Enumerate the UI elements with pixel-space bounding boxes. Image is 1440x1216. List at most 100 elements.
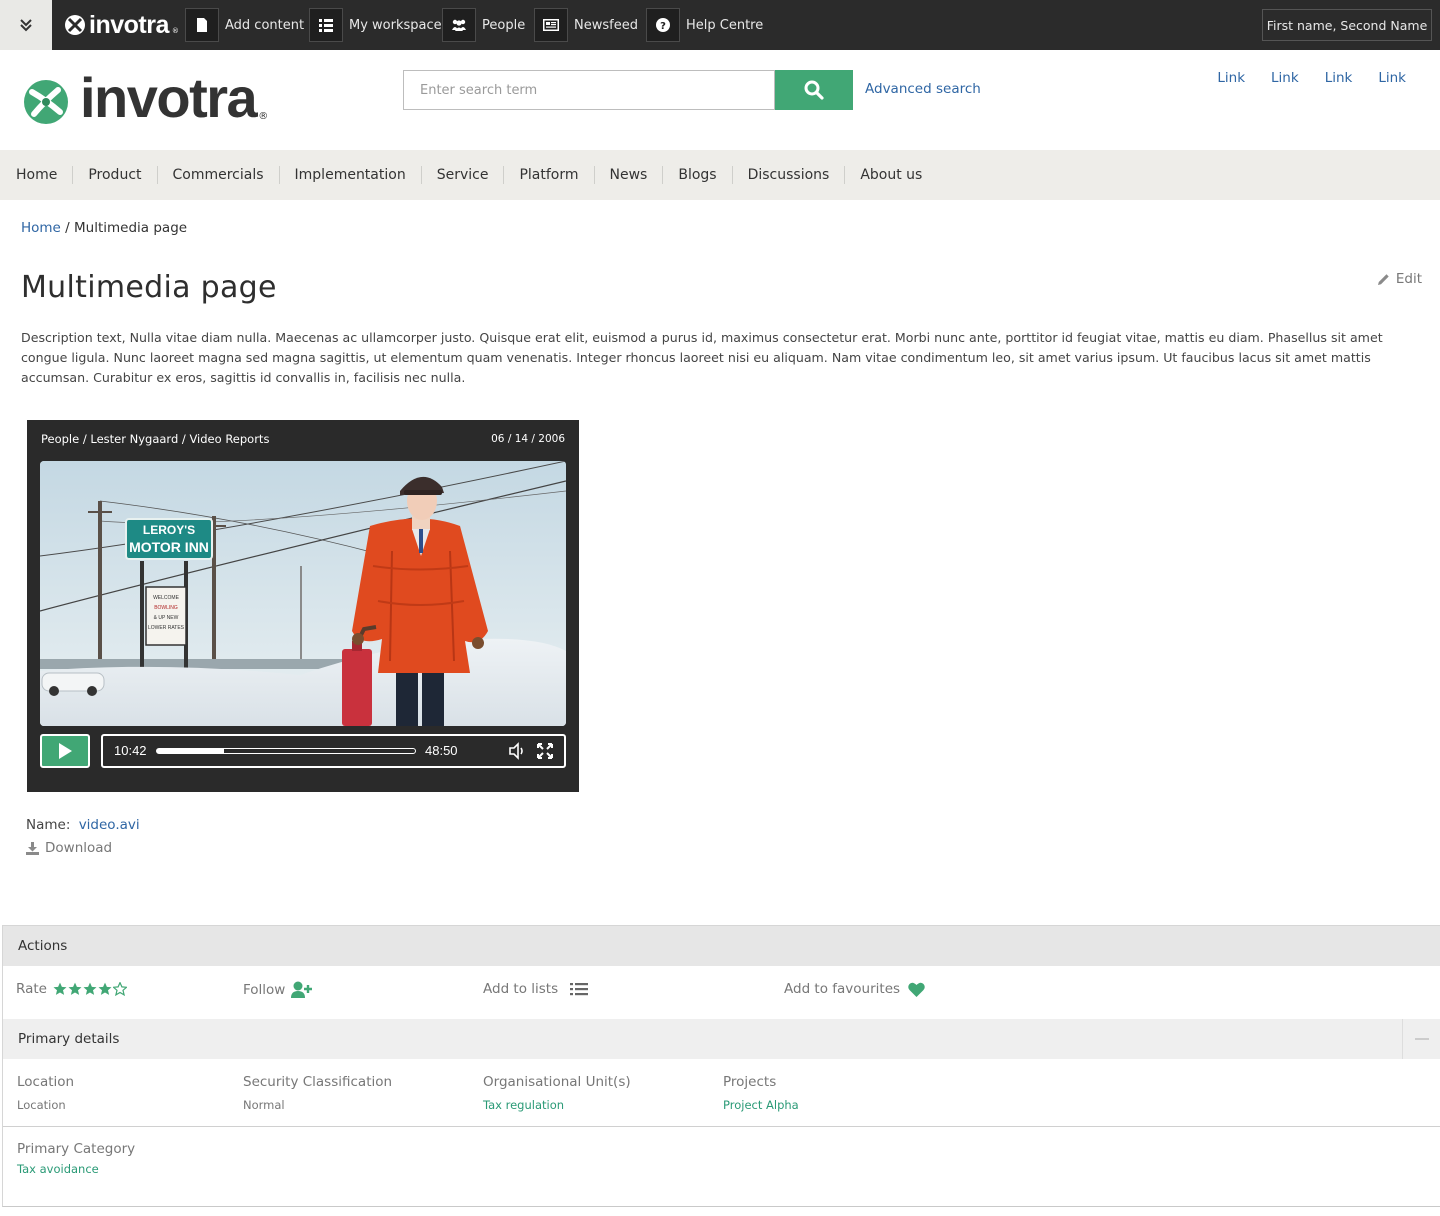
star-filled-icon[interactable]: [98, 982, 112, 996]
admin-toolbar: invotra ® Add content My workspace Peopl…: [0, 0, 1440, 50]
file-name-link[interactable]: video.avi: [79, 817, 140, 833]
details-panel: Actions Rate Follow Add to lists Add to …: [2, 925, 1440, 1207]
field-value-primary-category-link[interactable]: Tax avoidance: [17, 1162, 99, 1176]
download-link[interactable]: Download: [26, 840, 112, 856]
invotra-logo-icon: [24, 80, 68, 124]
search-icon: [804, 80, 824, 100]
star-filled-icon[interactable]: [53, 982, 67, 996]
video-control-bar: 10:42 48:50: [101, 734, 566, 768]
breadcrumb-home-link[interactable]: Home: [21, 220, 61, 236]
actions-heading: Actions: [18, 938, 68, 954]
breadcrumb-separator: /: [60, 220, 75, 236]
toolbar-label: People: [482, 17, 526, 33]
seek-progress: [157, 749, 225, 753]
add-to-favourites-label: Add to favourites: [784, 981, 901, 997]
sign-board-line: WELCOME: [153, 595, 180, 601]
actions-header: Actions: [3, 926, 1440, 966]
field-value-location: Location: [17, 1098, 66, 1112]
registered-mark: ®: [258, 111, 269, 122]
seek-bar[interactable]: [156, 748, 416, 754]
file-name: Name: video.avi: [26, 817, 140, 833]
heart-icon: [908, 982, 925, 997]
rate-control[interactable]: Rate: [16, 981, 127, 997]
field-label-security: Security Classification: [243, 1074, 393, 1090]
pencil-icon: [1377, 273, 1389, 285]
edit-label: Edit: [1395, 271, 1422, 287]
primary-details-header: Primary details: [3, 1019, 1440, 1059]
user-menu-button[interactable]: First name, Second Name: [1262, 9, 1432, 41]
nav-item-platform[interactable]: Platform: [503, 166, 593, 184]
breadcrumb-current: Multimedia page: [74, 220, 188, 236]
question-icon: ?: [656, 18, 670, 32]
svg-text:?: ?: [660, 21, 666, 32]
star-empty-icon[interactable]: [112, 982, 127, 996]
play-button[interactable]: [40, 734, 90, 768]
field-value-org-unit-link[interactable]: Tax regulation: [483, 1098, 564, 1112]
header-link[interactable]: Link: [1271, 70, 1299, 86]
site-logo[interactable]: invotra ®: [22, 70, 268, 126]
toolbar-newsfeed[interactable]: Newsfeed: [534, 8, 638, 42]
logo-text: invotra: [80, 66, 258, 129]
toolbar-label: Add content: [225, 17, 305, 33]
field-value-security: Normal: [243, 1098, 285, 1112]
volume-icon[interactable]: [508, 742, 526, 760]
add-to-favourites-button[interactable]: Add to favourites: [784, 981, 925, 997]
newspaper-icon: [543, 19, 559, 31]
toolbar-label: My workspace: [349, 17, 442, 33]
add-to-lists-button[interactable]: Add to lists: [483, 981, 589, 997]
sign-board-line: LOWER RATES: [148, 625, 185, 631]
nav-item-about-us[interactable]: About us: [844, 166, 937, 184]
double-chevron-down-icon: [20, 19, 32, 32]
play-icon: [59, 743, 72, 759]
primary-details-heading: Primary details: [18, 1031, 120, 1047]
follow-button[interactable]: Follow: [243, 981, 313, 998]
toolbar-brand-text: invotra: [89, 11, 169, 39]
nav-item-product[interactable]: Product: [72, 166, 156, 184]
sign-board-line: BOWLING: [154, 605, 178, 611]
field-value-projects-link[interactable]: Project Alpha: [723, 1098, 799, 1112]
breadcrumb: Home / Multimedia page: [21, 220, 187, 236]
field-label-projects: Projects: [723, 1074, 777, 1090]
fullscreen-icon[interactable]: [536, 742, 554, 760]
invotra-logo-icon: [65, 15, 85, 35]
toolbar-brand[interactable]: invotra ®: [64, 12, 179, 38]
divider: [3, 1126, 1440, 1127]
search-button[interactable]: [775, 70, 853, 110]
add-user-icon: [291, 981, 313, 998]
star-filled-icon[interactable]: [68, 982, 82, 996]
nav-item-blogs[interactable]: Blogs: [662, 166, 731, 184]
sign-line2: MOTOR INN: [129, 539, 209, 555]
nav-item-discussions[interactable]: Discussions: [731, 166, 845, 184]
toolbar-label: Help Centre: [686, 17, 764, 33]
edit-button[interactable]: Edit: [1377, 271, 1422, 287]
toolbar-add-content[interactable]: Add content: [185, 8, 304, 42]
video-screen[interactable]: LEROY'S MOTOR INN WELCOME BOWLING & UP N…: [40, 461, 566, 726]
header-link[interactable]: Link: [1325, 70, 1353, 86]
nav-item-commercials[interactable]: Commercials: [156, 166, 279, 184]
list-icon: [319, 18, 333, 32]
header-link[interactable]: Link: [1378, 70, 1406, 86]
nav-item-news[interactable]: News: [593, 166, 663, 184]
nav-item-implementation[interactable]: Implementation: [278, 166, 421, 184]
search-form: [403, 70, 853, 110]
collapse-button[interactable]: [1402, 1019, 1440, 1059]
toolbar-people[interactable]: People: [442, 8, 525, 42]
header-links: Link Link Link Link: [1217, 70, 1406, 86]
toolbar-label: Newsfeed: [574, 17, 638, 33]
toolbar-help-centre[interactable]: ? Help Centre: [646, 8, 763, 42]
toolbar-my-workspace[interactable]: My workspace: [309, 8, 442, 42]
nav-item-home[interactable]: Home: [1, 166, 72, 184]
advanced-search-link[interactable]: Advanced search: [865, 81, 981, 97]
nav-item-service[interactable]: Service: [420, 166, 504, 184]
page-title: Multimedia page: [21, 270, 277, 305]
search-input[interactable]: [403, 70, 775, 110]
star-filled-icon[interactable]: [83, 982, 97, 996]
menu-toggle-button[interactable]: [0, 0, 52, 50]
rating-stars[interactable]: [53, 982, 127, 996]
field-label-location: Location: [17, 1074, 75, 1090]
minus-icon: [1414, 1038, 1429, 1040]
people-icon: [452, 19, 466, 31]
add-to-lists-label: Add to lists: [483, 981, 559, 997]
header-link[interactable]: Link: [1217, 70, 1245, 86]
main-navigation: Home Product Commercials Implementation …: [0, 150, 1440, 200]
